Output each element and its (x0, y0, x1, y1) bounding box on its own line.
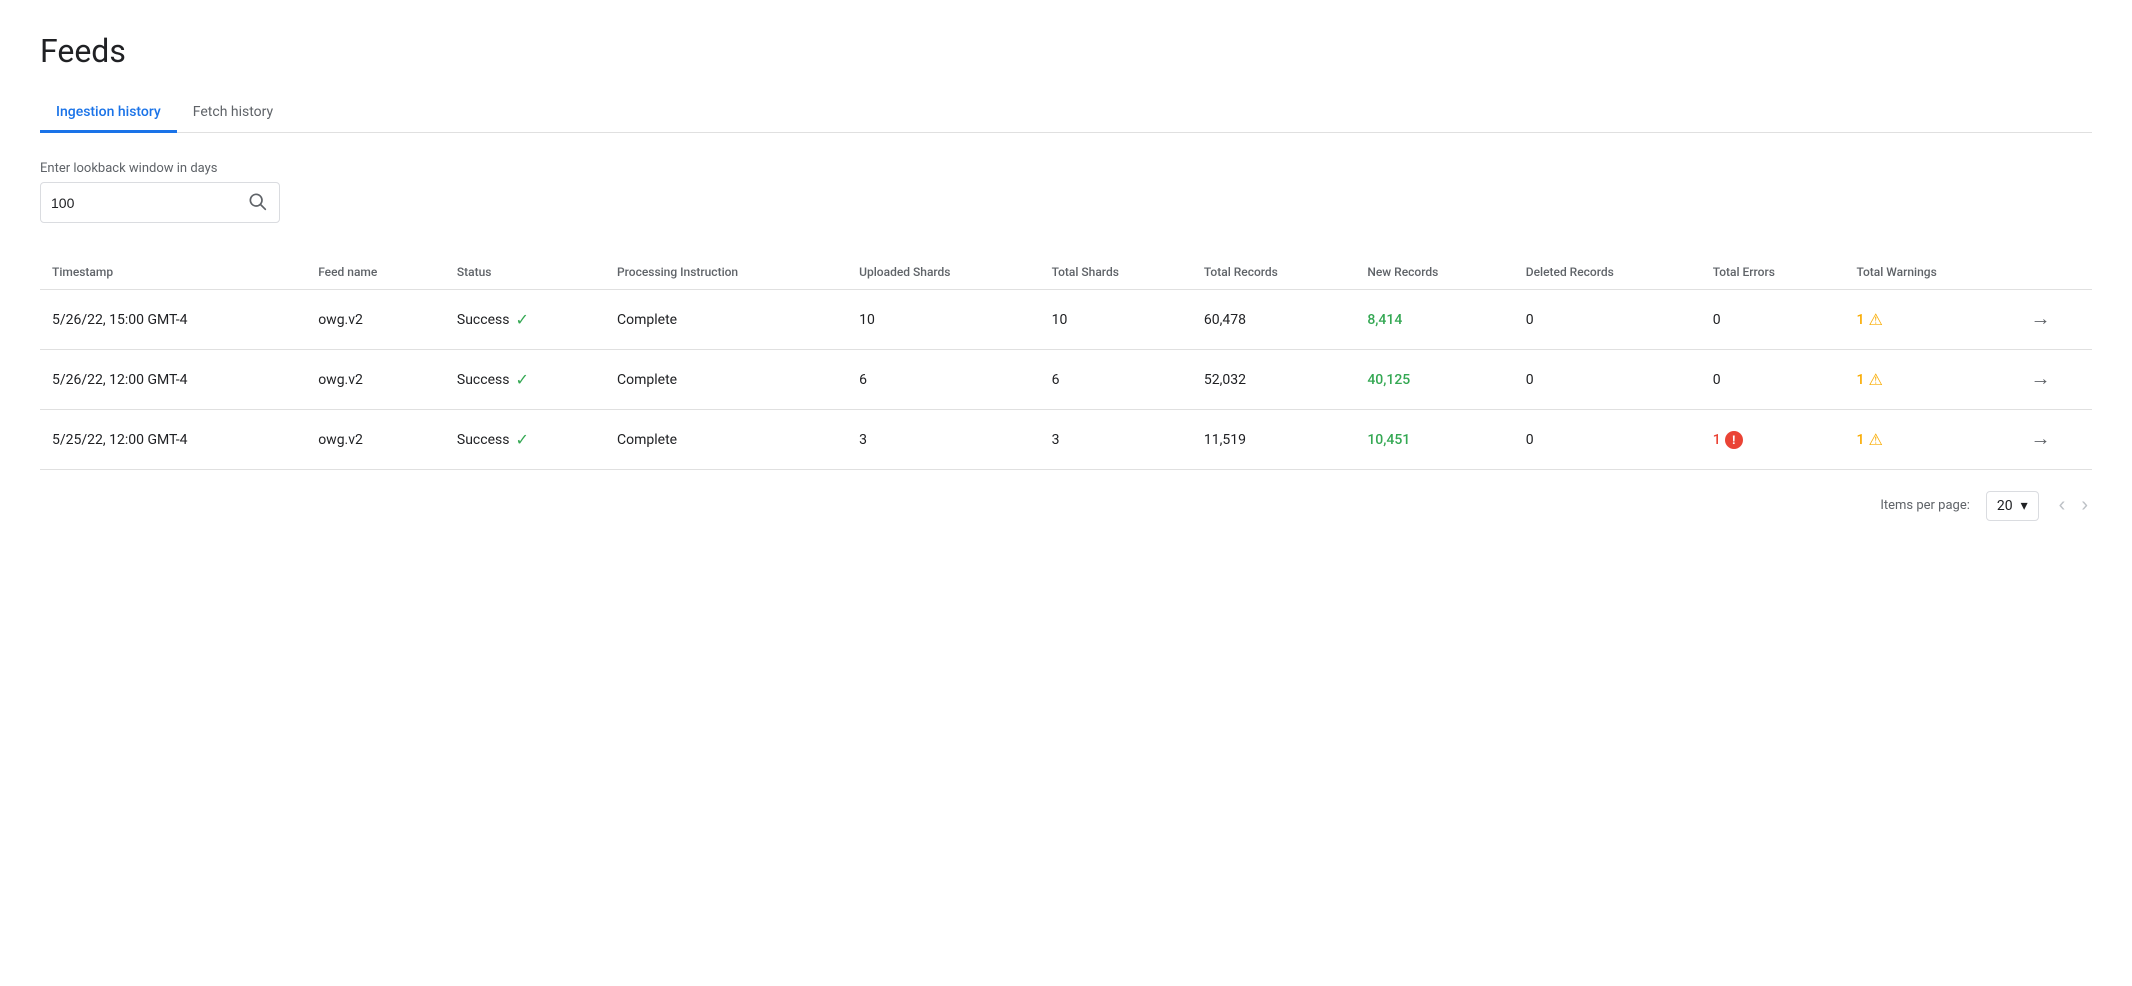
cell-total-errors: 0 (1701, 290, 1845, 350)
cell-total-warnings: 1⚠ (1844, 350, 2018, 410)
cell-feed-name: owg.v2 (306, 350, 445, 410)
cell-deleted-records: 0 (1514, 290, 1701, 350)
cell-new-records: 10,451 (1355, 410, 1513, 470)
row-navigate-button[interactable]: → (2030, 308, 2050, 331)
table-row: 5/26/22, 15:00 GMT-4owg.v2 Success ✓ Comple… (40, 290, 2092, 350)
cell-total-warnings: 1⚠ (1844, 290, 2018, 350)
table-row: 5/26/22, 12:00 GMT-4owg.v2 Success ✓ Comple… (40, 350, 2092, 410)
error-count: 1 (1713, 432, 1721, 448)
success-check-icon: ✓ (515, 310, 528, 329)
prev-page-button[interactable]: ‹ (2055, 490, 2070, 521)
warning-triangle-icon: ⚠ (1868, 370, 1882, 389)
pagination-nav: ‹ › (2055, 490, 2092, 521)
cell-uploaded-shards: 10 (847, 290, 1039, 350)
cell-timestamp: 5/25/22, 12:00 GMT-4 (40, 410, 306, 470)
search-box (40, 182, 280, 223)
warning-count: 1 (1856, 372, 1864, 388)
cell-timestamp: 5/26/22, 12:00 GMT-4 (40, 350, 306, 410)
table-header-row: Timestamp Feed name Status Processing In… (40, 255, 2092, 290)
col-total-shards: Total Shards (1040, 255, 1192, 290)
search-icon (247, 191, 267, 211)
cell-total-warnings: 1⚠ (1844, 410, 2018, 470)
cell-total-errors: 1! (1701, 410, 1845, 470)
items-per-page-label: Items per page: (1880, 498, 1970, 513)
cell-total-records: 11,519 (1192, 410, 1355, 470)
cell-processing-instruction: Complete (605, 410, 847, 470)
cell-feed-name: owg.v2 (306, 290, 445, 350)
cell-nav[interactable]: → (2018, 290, 2092, 350)
search-input[interactable] (51, 195, 245, 211)
cell-uploaded-shards: 6 (847, 350, 1039, 410)
cell-feed-name: owg.v2 (306, 410, 445, 470)
cell-total-shards: 3 (1040, 410, 1192, 470)
tabs-container: Ingestion history Fetch history (40, 94, 2092, 133)
cell-total-shards: 10 (1040, 290, 1192, 350)
cell-nav[interactable]: → (2018, 350, 2092, 410)
cell-timestamp: 5/26/22, 15:00 GMT-4 (40, 290, 306, 350)
cell-new-records: 8,414 (1355, 290, 1513, 350)
cell-processing-instruction: Complete (605, 290, 847, 350)
tab-ingestion-history[interactable]: Ingestion history (40, 94, 177, 133)
col-timestamp: Timestamp (40, 255, 306, 290)
pagination-row: Items per page: 20 ▾ ‹ › (40, 490, 2092, 521)
cell-total-records: 52,032 (1192, 350, 1355, 410)
error-count: 0 (1713, 312, 1721, 328)
search-section: Enter lookback window in days (40, 161, 2092, 223)
next-page-button[interactable]: › (2077, 490, 2092, 521)
cell-status: Success ✓ (445, 410, 605, 470)
cell-new-records: 40,125 (1355, 350, 1513, 410)
search-button[interactable] (245, 189, 269, 216)
items-per-page-value: 20 (1997, 498, 2013, 514)
cell-status: Success ✓ (445, 350, 605, 410)
cell-status: Success ✓ (445, 290, 605, 350)
cell-uploaded-shards: 3 (847, 410, 1039, 470)
ingestion-table: Timestamp Feed name Status Processing In… (40, 255, 2092, 470)
col-total-warnings: Total Warnings (1844, 255, 2018, 290)
cell-deleted-records: 0 (1514, 350, 1701, 410)
col-uploaded-shards: Uploaded Shards (847, 255, 1039, 290)
cell-processing-instruction: Complete (605, 350, 847, 410)
cell-total-shards: 6 (1040, 350, 1192, 410)
col-total-errors: Total Errors (1701, 255, 1845, 290)
success-check-icon: ✓ (515, 430, 528, 449)
cell-nav[interactable]: → (2018, 410, 2092, 470)
success-check-icon: ✓ (515, 370, 528, 389)
error-circle-icon: ! (1725, 431, 1743, 449)
warning-triangle-icon: ⚠ (1868, 430, 1882, 449)
warning-count: 1 (1856, 432, 1864, 448)
table-row: 5/25/22, 12:00 GMT-4owg.v2 Success ✓ Comple… (40, 410, 2092, 470)
status-text: Success (457, 312, 510, 328)
cell-deleted-records: 0 (1514, 410, 1701, 470)
col-status: Status (445, 255, 605, 290)
status-text: Success (457, 432, 510, 448)
col-action (2018, 255, 2092, 290)
cell-total-errors: 0 (1701, 350, 1845, 410)
warning-count: 1 (1856, 312, 1864, 328)
tab-fetch-history[interactable]: Fetch history (177, 94, 289, 133)
error-count: 0 (1713, 372, 1721, 388)
search-label: Enter lookback window in days (40, 161, 2092, 176)
page-title: Feeds (40, 32, 2092, 70)
col-deleted-records: Deleted Records (1514, 255, 1701, 290)
col-processing-instruction: Processing Instruction (605, 255, 847, 290)
col-feed-name: Feed name (306, 255, 445, 290)
items-per-page-select[interactable]: 20 ▾ (1986, 491, 2039, 521)
col-new-records: New Records (1355, 255, 1513, 290)
row-navigate-button[interactable]: → (2030, 428, 2050, 451)
dropdown-chevron-icon: ▾ (2021, 498, 2028, 514)
status-text: Success (457, 372, 510, 388)
row-navigate-button[interactable]: → (2030, 368, 2050, 391)
col-total-records: Total Records (1192, 255, 1355, 290)
cell-total-records: 60,478 (1192, 290, 1355, 350)
warning-triangle-icon: ⚠ (1868, 310, 1882, 329)
